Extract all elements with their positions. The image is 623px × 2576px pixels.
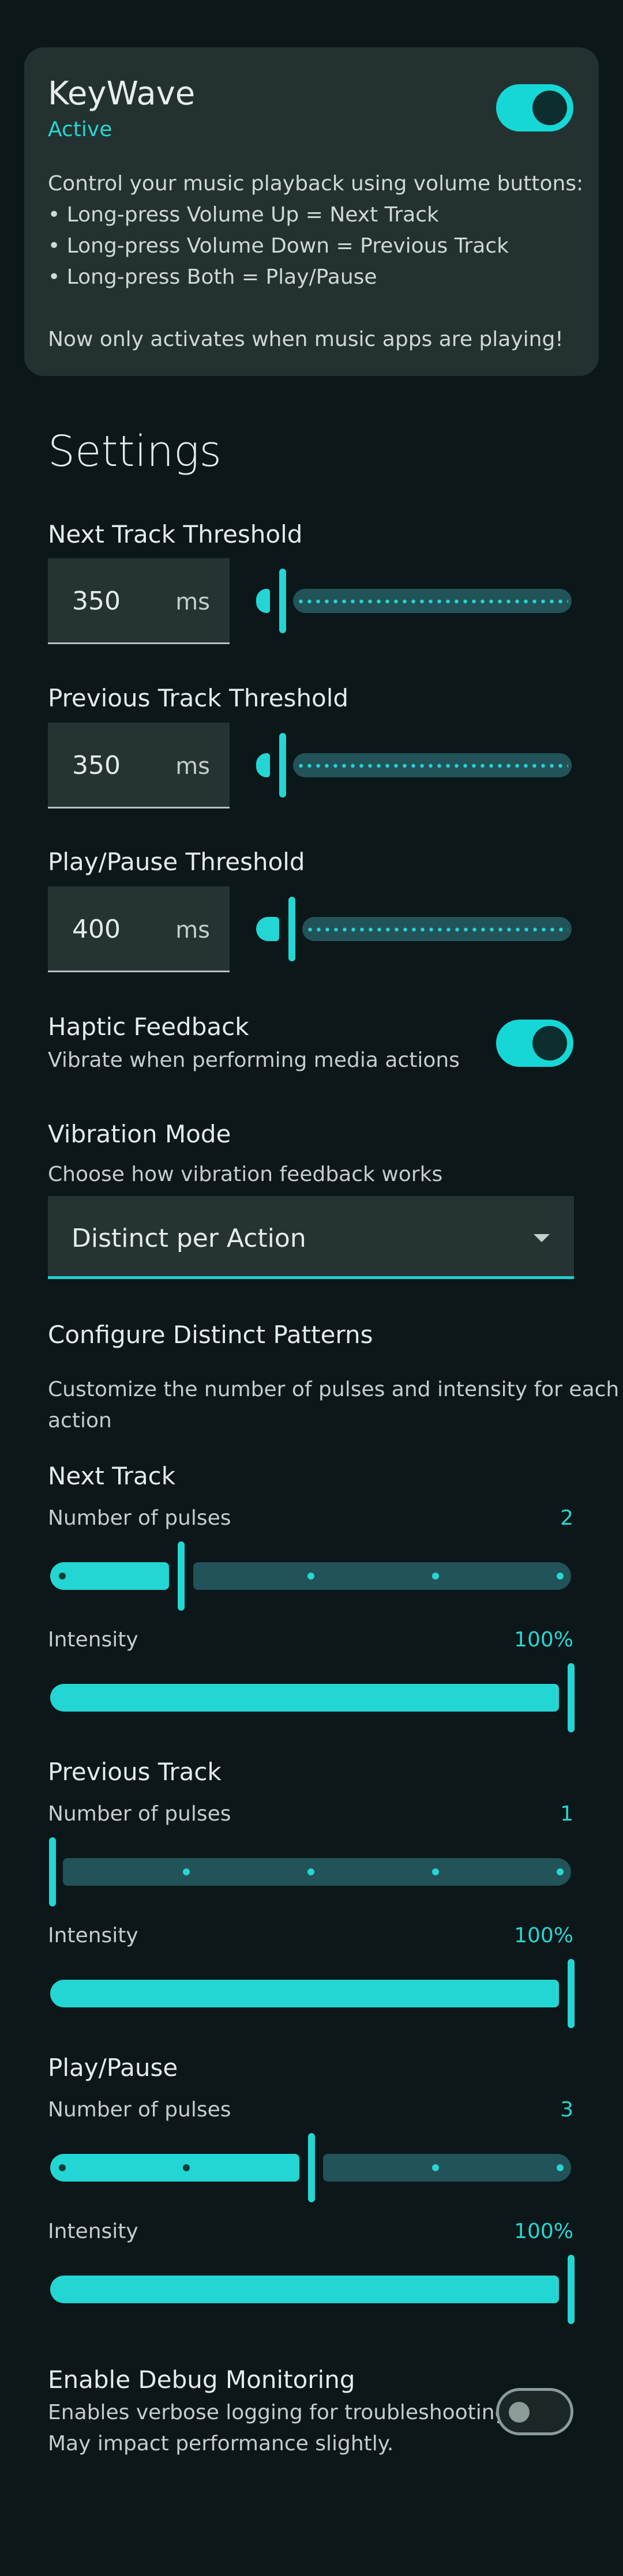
slider-ticks (297, 764, 568, 768)
threshold-unit: ms (175, 589, 210, 615)
slider-tick (183, 1868, 190, 1875)
description-line: • Long-press Volume Down = Previous Trac… (48, 234, 509, 258)
slider-handle[interactable] (568, 2255, 575, 2324)
slider-active-track (50, 1562, 169, 1590)
play-pause-threshold-field[interactable]: 400 ms (48, 886, 230, 972)
slider-inactive-track (193, 1562, 571, 1590)
toggle-knob (509, 2402, 530, 2423)
threshold-unit: ms (175, 753, 210, 780)
pulses-label: Number of pulses (48, 2098, 231, 2122)
description-line: • Long-press Volume Up = Next Track (48, 203, 439, 227)
slider-inactive-track (323, 2154, 571, 2182)
slider-handle[interactable] (568, 1959, 575, 2028)
description-line: • Long-press Both = Play/Pause (48, 265, 377, 289)
slider-ticks (297, 599, 568, 604)
slider-tick (432, 2164, 439, 2171)
intensity-label: Intensity (48, 1628, 138, 1652)
intensity-label: Intensity (48, 2220, 138, 2243)
slider-inactive-track (293, 589, 572, 613)
slider-tick (59, 1573, 66, 1580)
slider-tick (59, 2164, 66, 2171)
toggle-knob (532, 91, 567, 125)
next-track-threshold-label: Next Track Threshold (48, 520, 303, 548)
intensity-value: 100% (514, 2220, 573, 2243)
slider-handle[interactable] (568, 1663, 575, 1732)
vibration-mode-label: Vibration Mode (48, 1120, 231, 1148)
haptic-feedback-label: Haptic Feedback (48, 1013, 249, 1041)
previous-track-threshold-label: Previous Track Threshold (48, 684, 349, 712)
slider-active-track (50, 1684, 559, 1712)
patterns-description: Customize the number of pulses and inten… (48, 1374, 620, 1436)
slider-handle[interactable] (49, 1837, 56, 1906)
slider-inactive-track (302, 917, 572, 941)
threshold-value: 350 (72, 751, 121, 780)
debug-monitoring-sub: Enables verbose logging for troubleshoot… (48, 2401, 515, 2424)
slider-tick (307, 1868, 314, 1875)
intensity-value: 100% (514, 1924, 573, 1947)
slider-handle[interactable] (308, 2133, 315, 2202)
dropdown-value: Distinct per Action (72, 1224, 306, 1253)
next-track-pattern-title: Next Track (48, 1462, 176, 1490)
card-description: Control your music playback using volume… (48, 168, 584, 355)
slider-active-track (50, 1980, 559, 2007)
pulses-label: Number of pulses (48, 1506, 231, 1530)
slider-inactive-track (293, 753, 572, 777)
play-pause-threshold-label: Play/Pause Threshold (48, 848, 305, 876)
pulses-label: Number of pulses (48, 1802, 231, 1826)
debug-monitoring-toggle[interactable] (496, 2388, 573, 2435)
vibration-mode-sub: Choose how vibration feedback works (48, 1163, 443, 1186)
slider-tick (432, 1868, 439, 1875)
toggle-knob (532, 1026, 567, 1061)
slider-inactive-track (63, 1858, 571, 1886)
slider-tick (557, 1868, 564, 1875)
master-toggle[interactable] (496, 84, 573, 131)
slider-handle[interactable] (178, 1541, 185, 1611)
haptic-feedback-sub: Vibrate when performing media actions (48, 1048, 460, 1072)
pulses-value: 3 (560, 2098, 573, 2122)
vibration-mode-dropdown[interactable]: Distinct per Action (48, 1196, 574, 1279)
intensity-label: Intensity (48, 1924, 138, 1947)
slider-tick (557, 1573, 564, 1580)
slider-tick (183, 2164, 190, 2171)
slider-handle[interactable] (279, 733, 286, 798)
slider-active-track (256, 917, 279, 941)
slider-active-track (50, 2276, 559, 2303)
status-label: Active (48, 118, 112, 141)
slider-ticks (306, 927, 568, 932)
haptic-feedback-toggle[interactable] (496, 1020, 573, 1067)
next-track-threshold-field[interactable]: 350 ms (48, 558, 230, 644)
slider-tick (557, 2164, 564, 2171)
description-line: Now only activates when music apps are p… (48, 328, 564, 351)
status-card: KeyWave Active Control your music playba… (24, 47, 599, 376)
previous-track-threshold-field[interactable]: 350 ms (48, 723, 230, 808)
settings-heading: Settings (48, 427, 222, 476)
slider-tick (307, 1573, 314, 1580)
patterns-heading: Configure Distinct Patterns (48, 1321, 373, 1349)
dropdown-arrow-icon (534, 1234, 550, 1242)
slider-tick (432, 1573, 439, 1580)
debug-monitoring-label: Enable Debug Monitoring (48, 2366, 355, 2394)
slider-active-track (256, 589, 270, 613)
description-line: action (48, 1409, 112, 1432)
threshold-value: 400 (72, 915, 121, 944)
pulses-value: 1 (560, 1802, 573, 1826)
app-title: KeyWave (48, 75, 196, 112)
description-line: Control your music playback using volume… (48, 172, 584, 195)
pulses-value: 2 (560, 1506, 573, 1530)
description-line: Customize the number of pulses and inten… (48, 1378, 620, 1401)
threshold-value: 350 (72, 586, 121, 616)
slider-handle[interactable] (288, 897, 295, 961)
intensity-value: 100% (514, 1628, 573, 1652)
slider-handle[interactable] (279, 569, 286, 633)
slider-active-track (256, 753, 270, 777)
play-pause-pattern-title: Play/Pause (48, 2054, 178, 2082)
previous-track-pattern-title: Previous Track (48, 1758, 222, 1786)
slider-active-track (50, 2154, 299, 2182)
debug-monitoring-sub: May impact performance slightly. (48, 2432, 394, 2455)
threshold-unit: ms (175, 917, 210, 943)
